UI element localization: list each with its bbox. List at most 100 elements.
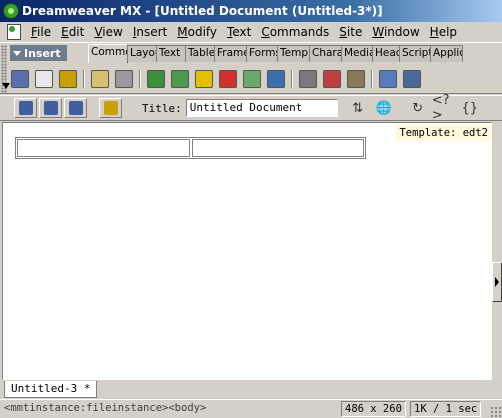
title-bar[interactable]: Dreamweaver MX - [Untitled Document (Unt… (0, 0, 502, 22)
table-cell[interactable] (17, 139, 190, 157)
expand-triangle-icon (13, 50, 21, 56)
horizontal-rule-button[interactable] (296, 67, 320, 91)
named-anchor-button[interactable] (56, 67, 80, 91)
tab-characters[interactable]: Characters (309, 45, 342, 62)
table[interactable] (15, 137, 366, 159)
tab-media[interactable]: Media (341, 45, 373, 62)
menu-edit[interactable]: Edit (56, 25, 89, 39)
insert-panel-header[interactable]: Insert (10, 45, 67, 61)
document-title-input[interactable]: Untitled Document (185, 99, 338, 117)
comment-button[interactable] (376, 67, 400, 91)
tab-forms[interactable]: Forms (246, 45, 278, 62)
layer-icon (115, 70, 133, 88)
table-button[interactable] (88, 67, 112, 91)
menu-label-rest: ile (37, 24, 52, 39)
insert-icon-row (8, 66, 424, 92)
insert-panel-title: Insert (24, 46, 61, 60)
tab-tables[interactable]: Tables (185, 45, 215, 62)
rollover-image-button[interactable] (240, 67, 264, 91)
menu-label-rest: odify (187, 24, 218, 39)
menu-text[interactable]: Text (222, 25, 256, 39)
hyperlink-icon (11, 70, 29, 88)
menu-commands[interactable]: Commands (256, 25, 334, 39)
tab-templates[interactable]: Templates (277, 45, 310, 62)
navigation-bar-button[interactable] (264, 67, 288, 91)
navigation-bar-icon (267, 70, 285, 88)
tab-frames[interactable]: Frames (214, 45, 247, 62)
tab-text[interactable]: Text (156, 45, 186, 62)
menu-accelerator: H (429, 24, 439, 39)
menu-window[interactable]: Window (367, 25, 424, 39)
menu-insert[interactable]: Insert (128, 25, 172, 39)
live-data-button[interactable] (99, 98, 122, 118)
panel-options-icon[interactable] (2, 83, 10, 89)
insert-tabs: CommonLayoutTextTablesFramesFormsTemplat… (88, 44, 463, 63)
tag-chooser-button[interactable] (400, 67, 424, 91)
flash-icon (219, 70, 237, 88)
image-placeholder-button[interactable] (168, 67, 192, 91)
refresh-icon[interactable]: ↻ (406, 98, 430, 118)
dreamweaver-window: Dreamweaver MX - [Untitled Document (Unt… (0, 0, 502, 418)
menu-items: File Edit View Insert Modify Text Commands Site… (26, 25, 462, 39)
date-icon (323, 70, 341, 88)
menu-file[interactable]: File (26, 25, 56, 39)
split-view-button[interactable] (39, 98, 62, 118)
menu-view[interactable]: View (89, 25, 127, 39)
title-label: Title: (142, 101, 182, 115)
file-management-icon[interactable]: ⇅ (346, 98, 370, 118)
design-view-button[interactable] (64, 98, 87, 118)
horizontal-rule-icon (299, 70, 317, 88)
tag-selector[interactable]: <mmtinstance:fileinstance><body> (4, 402, 206, 414)
tab-head[interactable]: Head (372, 45, 400, 62)
named-anchor-icon (59, 70, 77, 88)
email-link-button[interactable] (32, 67, 56, 91)
download-time-field: 1K / 1 sec (410, 401, 482, 417)
split-view-icon (43, 101, 58, 115)
flash-button[interactable] (216, 67, 240, 91)
live-data-icon (103, 101, 118, 115)
menu-help[interactable]: Help (425, 25, 462, 39)
tab-script[interactable]: Script (399, 45, 431, 62)
image-button[interactable] (144, 67, 168, 91)
tabular-data-icon (347, 70, 365, 88)
menu-accelerator: W (372, 24, 384, 39)
menu-label-rest: dit (68, 24, 85, 39)
window-title: Dreamweaver MX - [Untitled Document (Unt… (22, 4, 383, 18)
table-cell[interactable] (191, 139, 364, 157)
image-icon (147, 70, 165, 88)
menu-label-rest: ite (346, 24, 363, 39)
code-view-icon (18, 101, 33, 115)
tab-common[interactable]: Common (88, 44, 128, 63)
toolbar-separator (288, 68, 296, 90)
hyperlink-button[interactable] (8, 67, 32, 91)
tab-layout[interactable]: Layout (127, 45, 157, 62)
panel-splitter[interactable] (492, 122, 502, 380)
menu-label-rest: nsert (136, 24, 168, 39)
document-tab[interactable]: Untitled-3 * (4, 381, 98, 398)
menu-modify[interactable]: Modify (172, 25, 222, 39)
image-placeholder-icon (171, 70, 189, 88)
code-navigation-icon[interactable]: {} (458, 98, 482, 118)
layer-button[interactable] (112, 67, 136, 91)
menu-accelerator: C (261, 24, 270, 39)
tag-chooser-icon (403, 70, 421, 88)
fireworks-html-button[interactable] (192, 67, 216, 91)
reference-icon[interactable]: <?> (432, 93, 456, 123)
menu-label-rest: elp (438, 24, 458, 39)
toolbar-separator (368, 68, 376, 90)
design-view[interactable]: Template: edt2 (2, 122, 492, 380)
tabular-data-button[interactable] (344, 67, 368, 91)
window-size-field[interactable]: 486 x 260 (341, 401, 406, 417)
menu-label-rest: ommands (269, 24, 330, 39)
date-button[interactable] (320, 67, 344, 91)
document-icon[interactable] (7, 23, 21, 40)
panel-expander-arrow-icon[interactable] (492, 262, 502, 302)
resize-grip[interactable] (490, 406, 502, 418)
tab-application[interactable]: Application (430, 45, 463, 62)
rollover-image-icon (243, 70, 261, 88)
menu-site[interactable]: Site (334, 25, 367, 39)
menu-accelerator: M (177, 24, 188, 39)
preview-browser-icon[interactable]: 🌐 (372, 98, 396, 118)
code-view-button[interactable] (14, 98, 37, 118)
dreamweaver-app-icon[interactable] (3, 3, 19, 19)
